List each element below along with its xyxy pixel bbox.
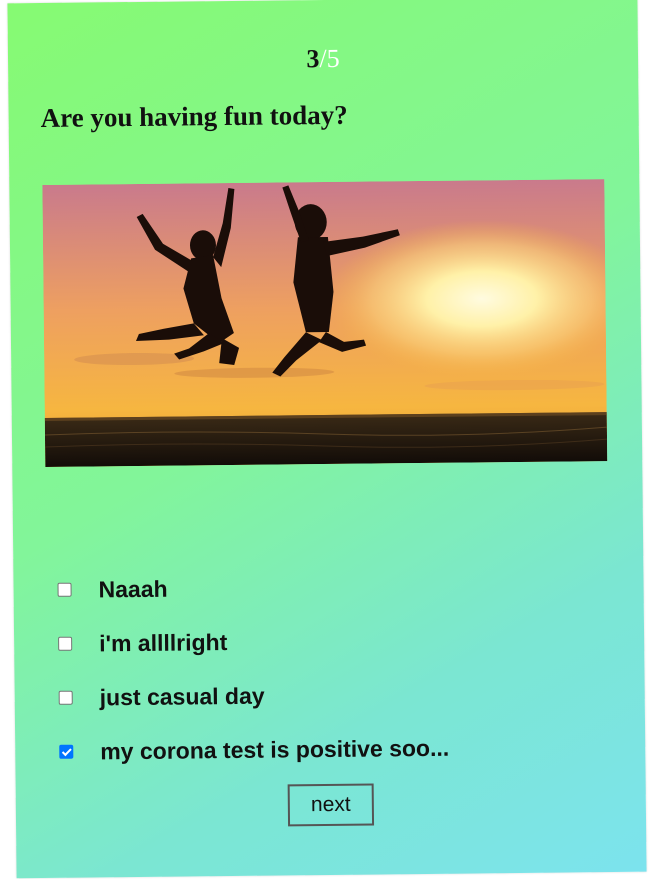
option-checkbox[interactable] [58, 690, 73, 705]
option-casual-day[interactable]: just casual day [58, 665, 619, 725]
option-allllright[interactable]: i'm allllright [58, 611, 619, 671]
current-question-number: 3 [306, 44, 320, 74]
next-button[interactable]: next [287, 783, 375, 827]
option-label: my corona test is positive soo... [100, 734, 450, 764]
option-checkbox[interactable] [58, 636, 73, 651]
option-naaah[interactable]: Naaah [57, 557, 618, 617]
option-corona-positive[interactable]: my corona test is positive soo... [59, 719, 620, 779]
question-counter: 3/5 [8, 41, 638, 78]
total-questions: 5 [326, 43, 340, 73]
quiz-card: 3/5 Are you having fun today? Naaah i'm … [7, 0, 647, 879]
option-checkbox-checked[interactable] [59, 744, 74, 759]
option-label: just casual day [99, 682, 265, 710]
answer-options: Naaah i'm allllright just casual day my … [57, 557, 619, 779]
option-checkbox[interactable] [57, 582, 72, 597]
option-label: i'm allllright [99, 628, 228, 656]
option-label: Naaah [98, 575, 168, 602]
question-image [42, 179, 608, 467]
question-title: Are you having fun today? [40, 99, 348, 133]
